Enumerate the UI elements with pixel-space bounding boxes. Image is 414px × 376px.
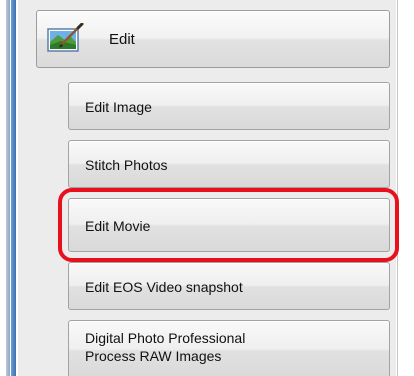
stitch-photos-button[interactable]: Stitch Photos (68, 140, 390, 188)
window-border-right (397, 0, 398, 376)
edit-image-button[interactable]: Edit Image (68, 82, 390, 130)
edit-eos-video-snapshot-label: Edit EOS Video snapshot (85, 279, 243, 295)
edit-eos-video-snapshot-button[interactable]: Edit EOS Video snapshot (68, 262, 390, 310)
process-raw-images-label: Process RAW Images (85, 348, 222, 364)
edit-movie-button[interactable]: Edit Movie (68, 198, 390, 252)
edit-category-button[interactable]: Edit (36, 10, 390, 68)
edit-image-label: Edit Image (85, 99, 152, 115)
accent-bar (11, 0, 16, 376)
edit-menu-window: Edit Edit Image Stitch Photos Edit Movie… (0, 0, 414, 376)
edit-picture-brush-icon (47, 23, 84, 52)
digital-photo-professional-button[interactable]: Digital Photo Professional Process RAW I… (68, 320, 390, 376)
digital-photo-professional-label: Digital Photo Professional (85, 330, 246, 346)
window-border-left (6, 0, 10, 376)
stitch-photos-label: Stitch Photos (85, 157, 168, 173)
edit-movie-label: Edit Movie (85, 218, 151, 234)
edit-category-label: Edit (109, 31, 135, 48)
